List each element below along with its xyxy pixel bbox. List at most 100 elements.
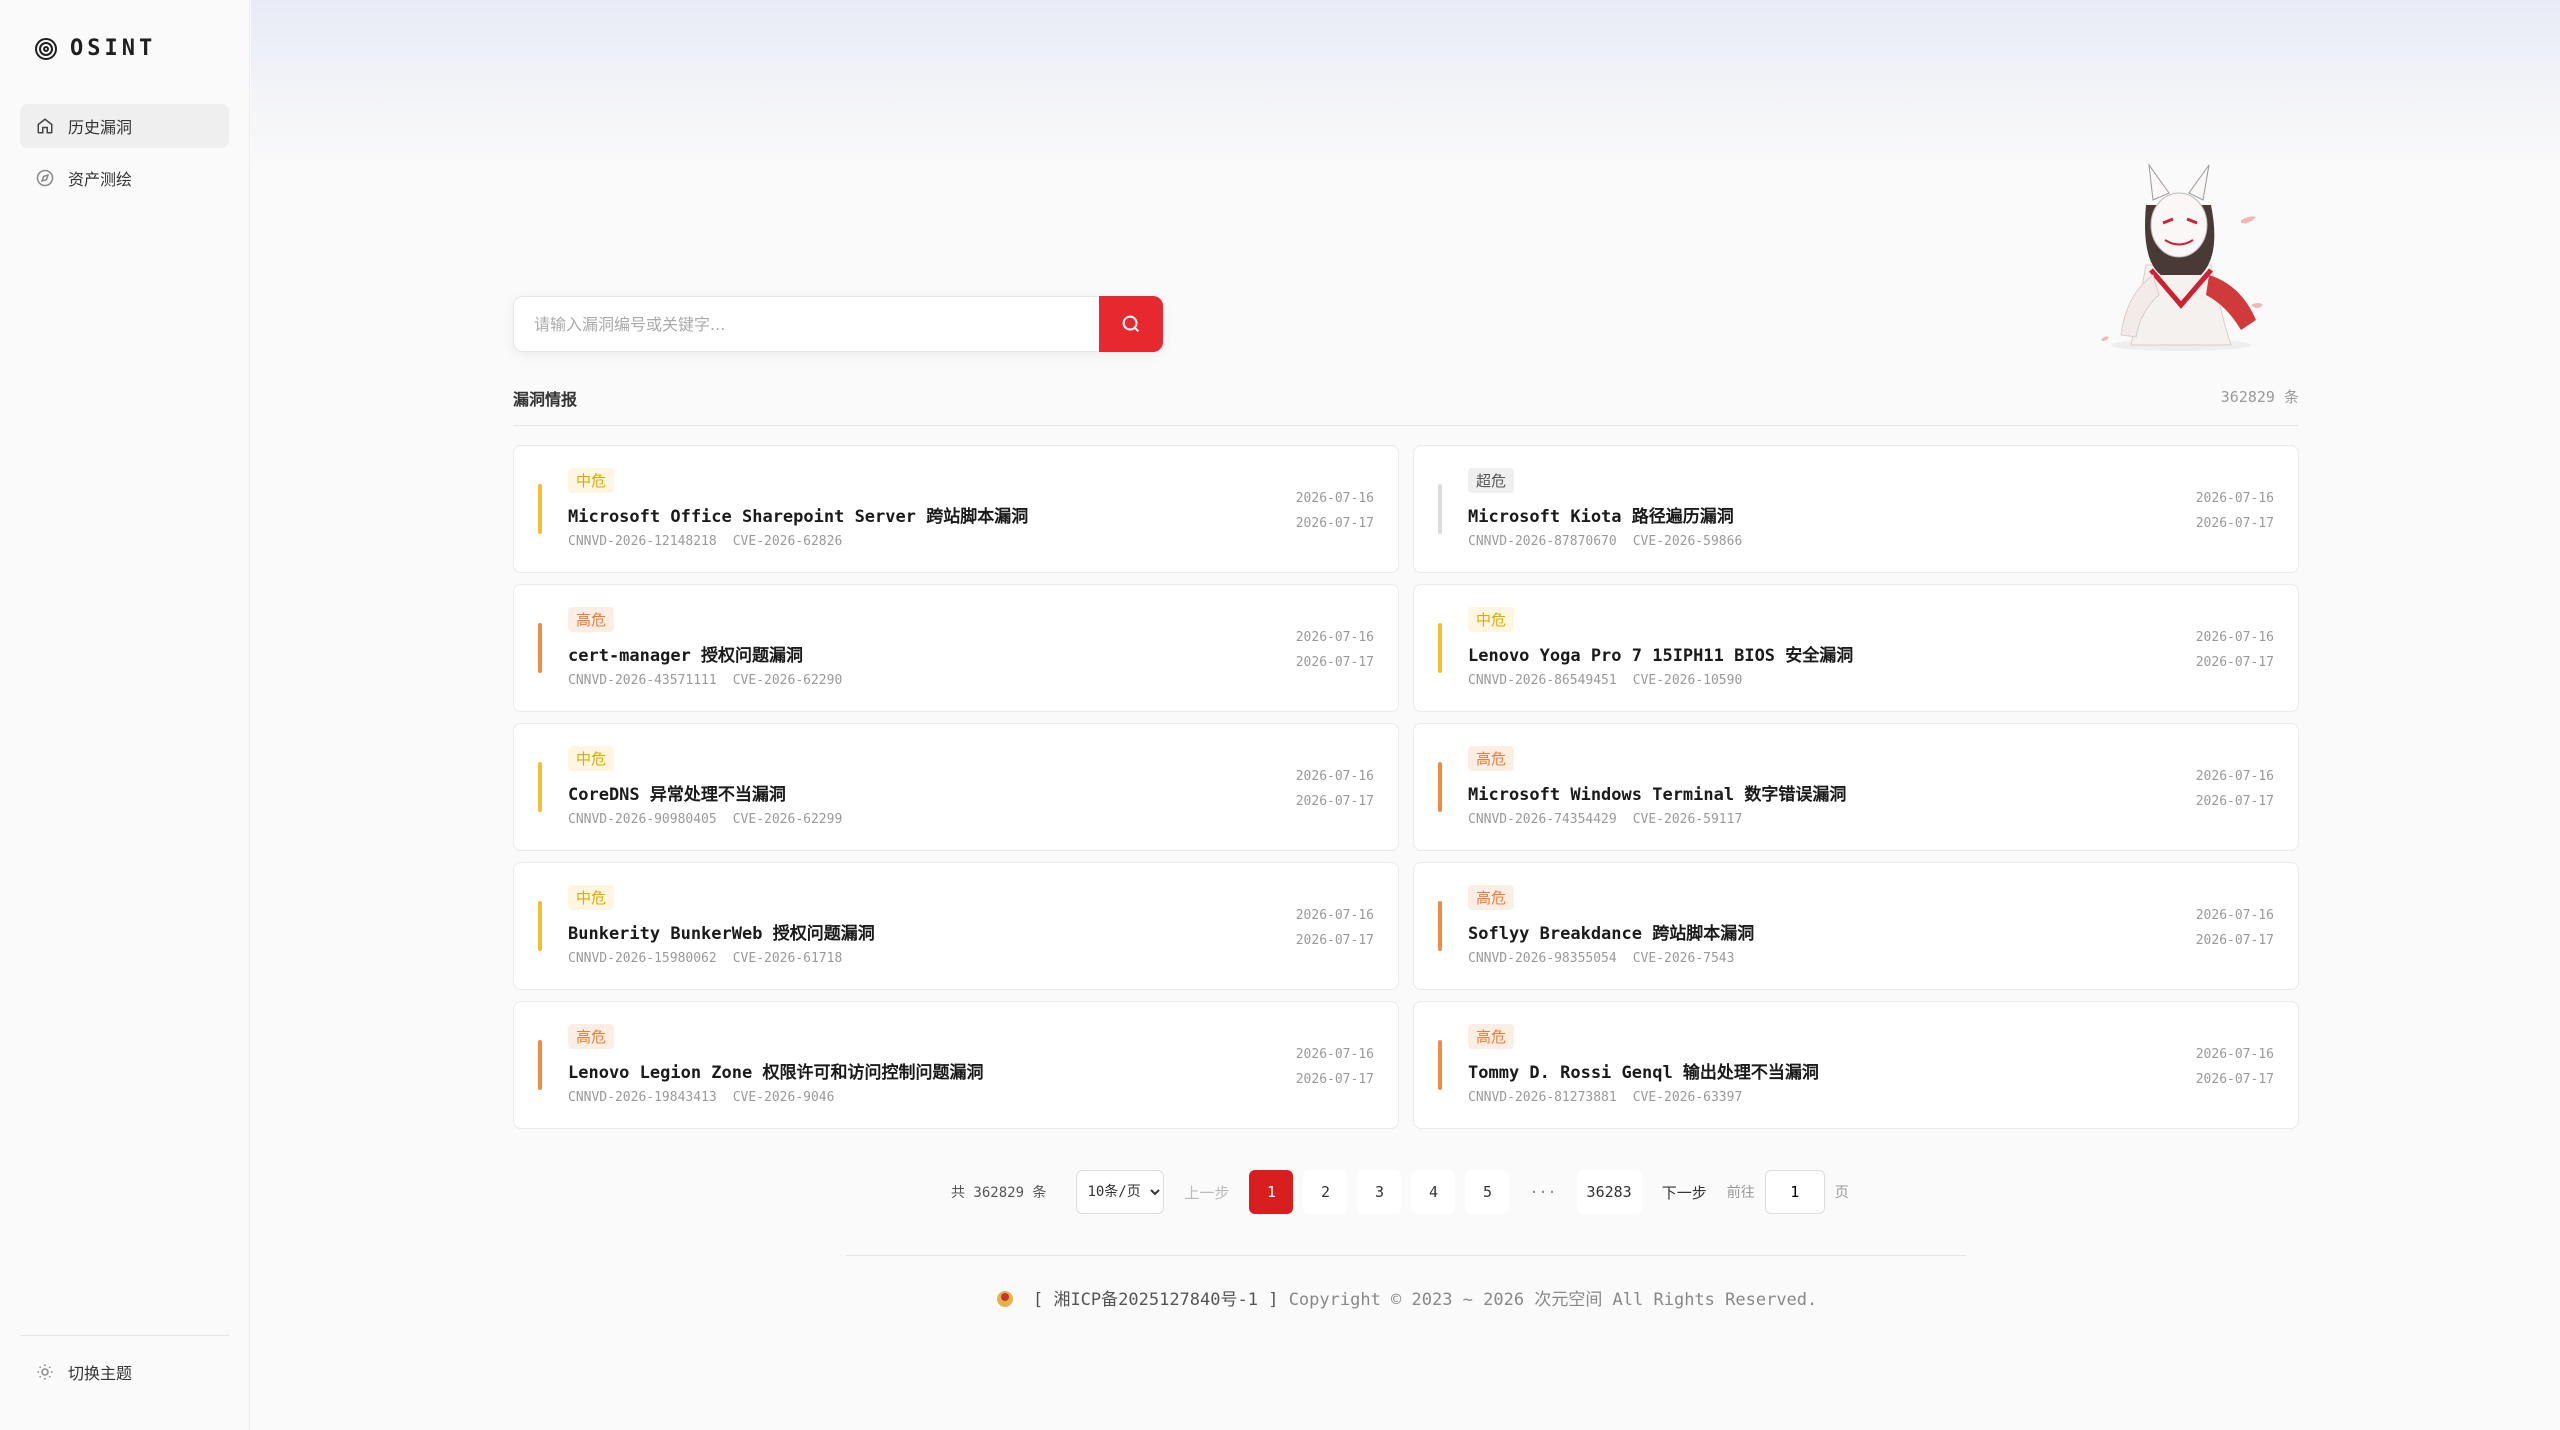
search-input[interactable] — [514, 297, 1099, 351]
goto-suffix: 页 — [1834, 1185, 1849, 1201]
severity-badge: 中危 — [568, 885, 615, 910]
sidebar-item-history-vulns[interactable]: 历史漏洞 — [20, 104, 229, 148]
sidebar-nav: 历史漏洞 资产测绘 — [20, 104, 229, 208]
vuln-ids: CNNVD-2026-19843413 CVE-2026-9046 — [568, 1090, 834, 1105]
vuln-title: Bunkerity BunkerWeb 授权问题漏洞 — [568, 924, 875, 944]
sun-icon — [37, 1364, 53, 1380]
updated-date: 2026-07-17 — [2195, 1072, 2274, 1087]
published-date: 2026-07-16 — [2195, 908, 2274, 923]
vuln-title: cert-manager 授权问题漏洞 — [568, 646, 804, 666]
page-button-4[interactable]: 4 — [1411, 1170, 1456, 1214]
more-pages-button[interactable]: ··· — [1519, 1170, 1566, 1214]
logo-text: OSINT — [70, 36, 157, 61]
section-header: 漏洞情报 362829 条 — [513, 386, 2299, 426]
vuln-title: Microsoft Kiota 路径遍历漏洞 — [1468, 507, 1734, 527]
severity-badge: 超危 — [1468, 468, 1515, 493]
page-button-5[interactable]: 5 — [1465, 1170, 1510, 1214]
severity-badge: 中危 — [1468, 607, 1515, 632]
cve-id: CVE-2026-59117 — [1632, 812, 1743, 827]
updated-date: 2026-07-17 — [2195, 655, 2274, 670]
vuln-card[interactable]: 中危 CoreDNS 异常处理不当漏洞 CNNVD-2026-90980405 C… — [513, 723, 1399, 851]
page-button-3[interactable]: 3 — [1357, 1170, 1402, 1214]
vuln-ids: CNNVD-2026-98355054 CVE-2026-7543 — [1468, 951, 1734, 966]
logo[interactable]: OSINT — [34, 36, 156, 61]
pagination: 共 362829 条 10条/页 上一步 1 2 3 4 5 ··· 36283… — [951, 1170, 1849, 1214]
search-button[interactable] — [1099, 296, 1163, 352]
severity-bar — [538, 484, 542, 534]
copyright-text: Copyright © 2023 ~ 2026 次元空间 All Rights … — [1288, 1290, 1818, 1310]
footer: [ 湘ICP备2025127840号-1 ] Copyright © 2023 … — [846, 1285, 1966, 1310]
vuln-ids: CNNVD-2026-86549451 CVE-2026-10590 — [1468, 673, 1742, 688]
page-size-select[interactable]: 10条/页 — [1076, 1170, 1165, 1214]
vuln-card[interactable]: 中危 Microsoft Office Sharepoint Server 跨站… — [513, 445, 1399, 573]
cve-id: CVE-2026-9046 — [732, 1090, 835, 1105]
compass-icon — [36, 169, 54, 187]
vuln-dates: 2026-07-16 2026-07-17 — [1296, 486, 1374, 536]
published-date: 2026-07-16 — [1295, 1047, 1374, 1062]
vuln-card[interactable]: 高危 cert-manager 授权问题漏洞 CNNVD-2026-435711… — [513, 584, 1399, 712]
search-bar — [513, 296, 1163, 352]
updated-date: 2026-07-17 — [1295, 794, 1374, 809]
goto-page-input[interactable] — [1764, 1170, 1825, 1214]
published-date: 2026-07-16 — [1295, 630, 1374, 645]
updated-date: 2026-07-17 — [1295, 1072, 1374, 1087]
severity-bar — [1438, 901, 1442, 951]
main-content: 漏洞情报 362829 条 中危 Microsoft Office Sharep… — [251, 0, 2560, 1430]
vuln-title: Microsoft Windows Terminal 数字错误漏洞 — [1468, 785, 1847, 805]
vuln-card[interactable]: 高危 Microsoft Windows Terminal 数字错误漏洞 CNN… — [1413, 723, 2299, 851]
sidebar-item-asset-mapping[interactable]: 资产测绘 — [20, 156, 229, 200]
page-button-1[interactable]: 1 — [1249, 1170, 1294, 1214]
pagination-total: 共 362829 条 — [951, 1185, 1047, 1201]
vuln-card[interactable]: 中危 Lenovo Yoga Pro 7 15IPH11 BIOS 安全漏洞 C… — [1413, 584, 2299, 712]
vuln-ids: CNNVD-2026-81273881 CVE-2026-63397 — [1468, 1090, 1742, 1105]
theme-toggle-button[interactable]: 切换主题 — [36, 1360, 132, 1384]
vuln-ids: CNNVD-2026-74354429 CVE-2026-59117 — [1468, 812, 1742, 827]
cve-id: CVE-2026-62290 — [732, 673, 843, 688]
published-date: 2026-07-16 — [2195, 769, 2274, 784]
severity-bar — [538, 901, 542, 951]
vuln-dates: 2026-07-16 2026-07-17 — [2196, 625, 2274, 675]
updated-date: 2026-07-17 — [1295, 516, 1374, 531]
next-page-button[interactable]: 下一步 — [1652, 1170, 1717, 1214]
vuln-card[interactable]: 超危 Microsoft Kiota 路径遍历漏洞 CNNVD-2026-878… — [1413, 445, 2299, 573]
cnnvd-id: CNNVD-2026-90980405 — [568, 812, 717, 827]
last-page-button[interactable]: 36283 — [1576, 1170, 1642, 1214]
sidebar-divider — [20, 1335, 229, 1336]
vuln-dates: 2026-07-16 2026-07-17 — [2196, 486, 2274, 536]
vuln-card[interactable]: 高危 Lenovo Legion Zone 权限许可和访问控制问题漏洞 CNNV… — [513, 1001, 1399, 1129]
severity-badge: 中危 — [568, 746, 615, 771]
vuln-title: CoreDNS 异常处理不当漏洞 — [568, 785, 786, 805]
vuln-ids: CNNVD-2026-90980405 CVE-2026-62299 — [568, 812, 842, 827]
vuln-dates: 2026-07-16 2026-07-17 — [2196, 1042, 2274, 1092]
severity-badge: 高危 — [1468, 746, 1515, 771]
severity-bar — [1438, 484, 1442, 534]
published-date: 2026-07-16 — [1295, 908, 1374, 923]
updated-date: 2026-07-17 — [1295, 933, 1374, 948]
published-date: 2026-07-16 — [2195, 1047, 2274, 1062]
sidebar-item-label: 历史漏洞 — [68, 118, 133, 137]
severity-badge: 中危 — [568, 468, 615, 493]
severity-badge: 高危 — [568, 607, 615, 632]
vuln-ids: CNNVD-2026-87870670 CVE-2026-59866 — [1468, 534, 1742, 549]
updated-date: 2026-07-17 — [2195, 933, 2274, 948]
published-date: 2026-07-16 — [2195, 491, 2274, 506]
cnnvd-id: CNNVD-2026-12148218 — [568, 534, 717, 549]
sidebar: OSINT 历史漏洞 资产测绘 切换主题 — [0, 0, 250, 1430]
page-button-2[interactable]: 2 — [1303, 1170, 1348, 1214]
icp-link[interactable]: [ 湘ICP备2025127840号-1 ] — [1033, 1290, 1278, 1310]
updated-date: 2026-07-17 — [2195, 794, 2274, 809]
cve-id: CVE-2026-62299 — [732, 812, 843, 827]
goto-label: 前往 — [1726, 1185, 1755, 1201]
vuln-card[interactable]: 中危 Bunkerity BunkerWeb 授权问题漏洞 CNNVD-2026… — [513, 862, 1399, 990]
cnnvd-id: CNNVD-2026-86549451 — [1468, 673, 1617, 688]
cve-id: CVE-2026-59866 — [1632, 534, 1743, 549]
vuln-dates: 2026-07-16 2026-07-17 — [2196, 764, 2274, 814]
cnnvd-id: CNNVD-2026-43571111 — [568, 673, 717, 688]
vuln-card[interactable]: 高危 Soflyy Breakdance 跨站脚本漏洞 CNNVD-2026-9… — [1413, 862, 2299, 990]
vuln-card[interactable]: 高危 Tommy D. Rossi Genql 输出处理不当漏洞 CNNVD-2… — [1413, 1001, 2299, 1129]
police-emblem-icon — [996, 1291, 1013, 1307]
fox-mask-mascot-image — [2101, 163, 2263, 351]
vuln-title: Soflyy Breakdance 跨站脚本漏洞 — [1468, 924, 1755, 944]
search-icon — [1122, 315, 1140, 333]
prev-page-button[interactable]: 上一步 — [1174, 1170, 1239, 1214]
